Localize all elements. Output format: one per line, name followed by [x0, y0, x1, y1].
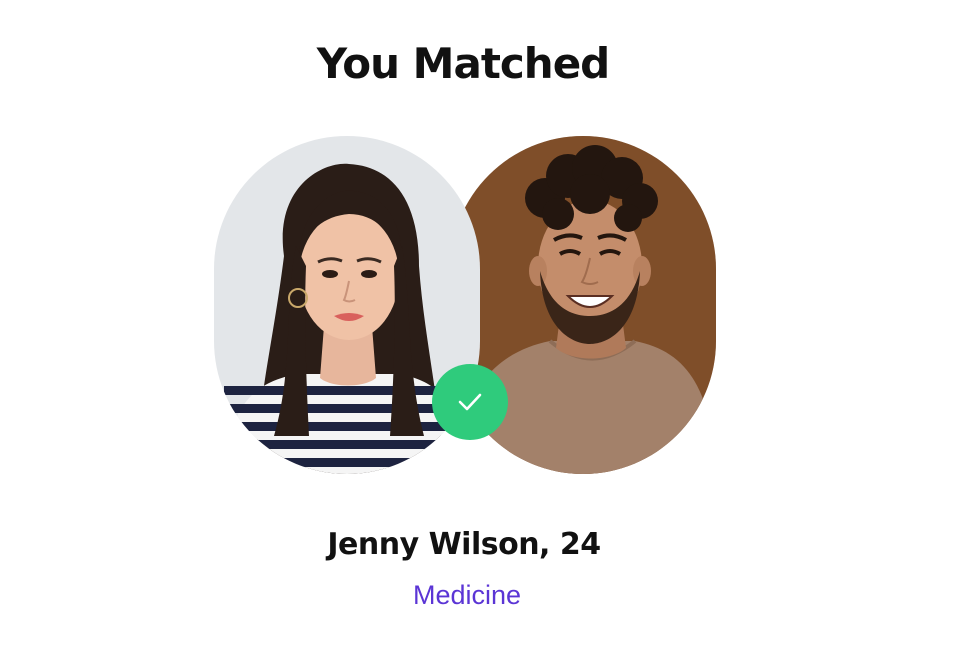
checkmark-icon	[458, 393, 482, 411]
match-field-label: Medicine	[412, 580, 522, 610]
match-check-badge	[432, 364, 508, 440]
match-name-age: Jenny Wilson, 24	[327, 527, 601, 562]
